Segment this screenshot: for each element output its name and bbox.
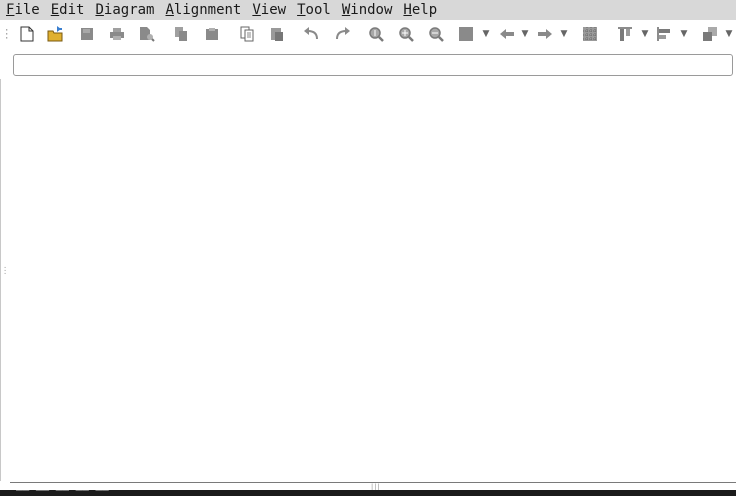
new-document-icon[interactable] [17,24,37,44]
arrow-back-dropdown-icon[interactable]: ▼ [521,28,529,40]
zoom-in-icon[interactable] [396,24,416,44]
paste-page-icon[interactable] [267,24,287,44]
toolbar-grip-icon[interactable]: · · · [4,27,9,44]
menu-file[interactable]: File [0,0,45,20]
menu-alignment[interactable]: Alignment [159,0,246,20]
menu-view[interactable]: View [246,0,291,20]
arrow-back-icon[interactable] [497,24,517,44]
menu-tool-mnemonic: T [297,2,306,18]
menu-window[interactable]: Window [336,0,398,20]
diagram-canvas[interactable] [0,79,736,481]
zoom-out-icon[interactable] [426,24,446,44]
menu-alignment-label: lignment [173,2,242,18]
main-toolbar: · · · ▼ ▼ ▼ ▼ ▼ ▼ [0,20,736,50]
print-preview-icon[interactable] [137,24,157,44]
menu-diagram-label: iagram [103,2,155,18]
menu-bar: File Edit Diagram Alignment View Tool Wi… [0,0,736,20]
menu-window-mnemonic: W [341,2,351,18]
menu-window-label: indow [350,2,393,18]
arrow-forward-icon[interactable] [535,24,555,44]
print-icon[interactable] [107,24,127,44]
menu-view-mnemonic: V [252,2,261,18]
menu-edit-mnemonic: E [50,2,60,18]
align-left-dropdown-icon[interactable]: ▼ [680,28,688,40]
align-top-dropdown-icon[interactable]: ▼ [641,28,649,40]
status-text: —— —— —— —— —— [16,490,109,496]
menu-tool[interactable]: Tool [291,0,336,20]
redo-icon[interactable] [332,24,352,44]
menu-file-label: ile [14,2,40,18]
side-panel-grip-icon[interactable]: · · · [3,265,7,278]
menu-edit[interactable]: Edit [45,0,90,20]
arrow-forward-dropdown-icon[interactable]: ▼ [560,28,568,40]
copy-page-icon[interactable] [237,24,257,44]
fill-color-dropdown-icon[interactable]: ▼ [482,28,490,40]
menu-help[interactable]: Help [397,0,442,20]
layers-icon[interactable] [700,24,720,44]
status-bar: —— —— —— —— —— [0,490,736,496]
align-left-icon[interactable] [654,24,674,44]
menu-alignment-mnemonic: A [165,2,174,18]
open-folder-icon[interactable] [46,24,66,44]
align-top-icon[interactable] [615,24,635,44]
menu-edit-label: dit [59,2,85,18]
menu-help-label: elp [411,2,438,18]
menu-view-label: iew [260,2,287,18]
grid-icon[interactable] [580,24,600,44]
fill-color-icon[interactable] [456,24,476,44]
save-icon[interactable] [77,24,97,44]
menu-tool-label: ool [305,2,331,18]
layers-dropdown-icon[interactable]: ▼ [725,28,733,40]
paste-icon[interactable] [202,24,222,44]
zoom-actual-icon[interactable] [366,24,386,44]
menu-help-mnemonic: H [403,2,412,18]
undo-icon[interactable] [302,24,322,44]
menu-diagram-mnemonic: D [95,2,104,18]
search-input[interactable] [13,54,733,76]
copy-icon[interactable] [171,24,191,44]
menu-diagram[interactable]: Diagram [89,0,159,20]
